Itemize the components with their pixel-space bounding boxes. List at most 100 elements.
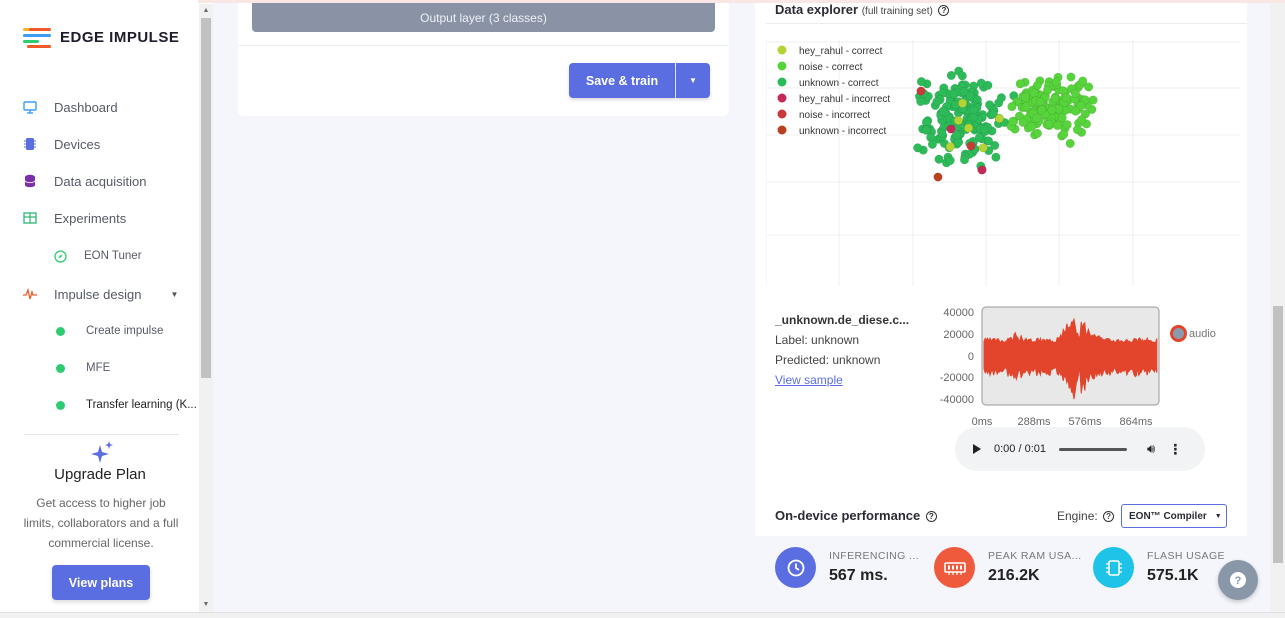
scatter-point xyxy=(983,136,994,146)
sidebar-item-data-acquisition[interactable]: Data acquisition xyxy=(22,171,147,191)
upgrade-plan-description: Get access to higher job limits, collabo… xyxy=(23,496,179,550)
sidebar-item-label: Transfer learning (K... xyxy=(86,399,197,411)
y-tick-label: 40000 xyxy=(943,307,974,319)
y-tick-label: -20000 xyxy=(940,372,974,384)
scatter-point xyxy=(1084,82,1094,92)
sidebar-scrollbar-thumb[interactable] xyxy=(201,18,211,378)
play-icon[interactable] xyxy=(973,444,981,454)
scatter-point xyxy=(1042,85,1053,95)
save-train-dropdown[interactable]: ▼ xyxy=(676,63,710,98)
scatter-point xyxy=(937,128,947,138)
player-progress-bar[interactable] xyxy=(1059,447,1127,451)
scatter-point xyxy=(969,105,979,115)
scatter-point xyxy=(1047,105,1057,115)
scatter-point xyxy=(1052,120,1062,130)
metric-flash-usage: FLASH USAGE 575.1K xyxy=(1093,547,1225,588)
view-plans-button[interactable]: View plans xyxy=(52,565,150,600)
save-train-button[interactable]: Save & train xyxy=(569,63,675,98)
legend-marker xyxy=(777,109,787,119)
sparkle-icon xyxy=(90,441,114,468)
scatter-point xyxy=(949,89,959,99)
data-explorer-scatter-plot[interactable]: hey_rahul - correct noise - correct unknow… xyxy=(766,24,1240,286)
scatter-point xyxy=(1051,77,1061,87)
volume-icon[interactable]: 🔊︎ xyxy=(1147,441,1155,457)
sidebar-item-create-impulse[interactable]: Create impulse xyxy=(54,322,163,340)
scatter-point xyxy=(1072,125,1082,135)
sidebar-item-label: Create impulse xyxy=(86,325,164,337)
scatter-point xyxy=(916,86,926,96)
caret-down-icon: ▼ xyxy=(1214,512,1222,520)
sidebar-item-label: Devices xyxy=(54,136,101,152)
engine-select[interactable]: EON™ Compiler ▼ xyxy=(1121,504,1227,528)
scatter-point xyxy=(1050,94,1060,104)
scatter-point xyxy=(1035,97,1045,107)
card-divider xyxy=(238,45,729,46)
sidebar-item-eon-tuner[interactable]: EON Tuner xyxy=(54,247,142,265)
view-sample-link[interactable]: View sample xyxy=(775,373,843,387)
sidebar-item-label: Dashboard xyxy=(54,99,118,115)
sidebar-item-dashboard[interactable]: Dashboard xyxy=(22,97,118,117)
help-icon[interactable]: ? xyxy=(1103,511,1115,523)
scatter-point xyxy=(1007,102,1017,112)
scatter-point xyxy=(1044,119,1054,129)
y-tick-label: 20000 xyxy=(943,329,974,341)
help-button[interactable]: ? xyxy=(1218,560,1258,600)
horizontal-scrollbar[interactable] xyxy=(0,612,1285,618)
more-options-icon[interactable]: ⋮ xyxy=(1168,441,1182,458)
player-time: 0:00 / 0:01 xyxy=(994,443,1046,455)
metric-value: 575.1K xyxy=(1147,567,1199,584)
scatter-point xyxy=(978,143,988,153)
monitor-icon xyxy=(22,99,38,115)
scatter-point xyxy=(945,142,955,152)
chip-icon xyxy=(22,136,38,152)
audio-player[interactable]: 0:00 / 0:01 🔊︎ ⋮ xyxy=(955,427,1205,471)
scatter-point xyxy=(965,91,975,101)
svg-text:?: ? xyxy=(1235,575,1242,587)
waveform-legend[interactable]: audio xyxy=(1170,325,1216,342)
legend-label: noise - correct xyxy=(799,62,863,73)
sidebar-item-label: Data acquisition xyxy=(54,173,147,189)
brand-logo[interactable]: EDGE IMPULSE xyxy=(23,26,179,48)
scatter-legend: hey_rahul - correct noise - correct unknow… xyxy=(777,45,890,137)
scatter-point xyxy=(932,97,942,107)
sidebar-item-experiments[interactable]: Experiments xyxy=(22,208,126,228)
scatter-point xyxy=(1077,114,1087,125)
pulse-icon xyxy=(22,286,38,302)
data-explorer-subtitle: (full training set) xyxy=(861,6,933,17)
sidebar-item-devices[interactable]: Devices xyxy=(22,134,100,154)
legend-marker xyxy=(777,93,787,103)
scatter-point xyxy=(1015,79,1025,89)
on-device-performance-title: On-device performance ? xyxy=(775,508,937,523)
status-dot-icon xyxy=(56,400,65,410)
scroll-up-icon[interactable]: ▲ xyxy=(200,6,212,16)
audio-waveform-chart[interactable]: 40000 20000 0 -20000 -40000 0ms 288ms 57… xyxy=(930,300,1165,430)
scatter-point xyxy=(913,143,923,153)
scatter-point xyxy=(958,98,968,108)
help-icon[interactable]: ? xyxy=(925,511,937,523)
flash-chip-icon xyxy=(1093,547,1134,588)
sidebar-item-impulse-design[interactable]: Impulse design ▼ xyxy=(22,284,178,304)
caret-down-icon[interactable]: ▼ xyxy=(170,290,178,299)
database-icon xyxy=(22,173,38,189)
scatter-point xyxy=(1065,138,1075,148)
main-scrollbar-thumb[interactable] xyxy=(1273,306,1283,563)
scatter-point xyxy=(933,172,943,182)
scatter-point xyxy=(1029,88,1039,98)
legend-label: unknown - incorrect xyxy=(799,126,886,137)
scatter-point xyxy=(946,124,956,134)
engine-select-value: EON™ Compiler xyxy=(1129,510,1207,522)
status-dot-icon xyxy=(56,363,65,373)
sidebar-item-mfe[interactable]: MFE xyxy=(54,359,110,377)
scatter-point xyxy=(994,113,1004,124)
metric-value: 216.2K xyxy=(988,567,1040,584)
help-icon[interactable]: ? xyxy=(938,5,950,17)
legend-label: noise - incorrect xyxy=(799,110,870,121)
caret-down-icon: ▼ xyxy=(689,76,697,85)
scatter-point xyxy=(1057,113,1067,123)
scatter-point xyxy=(1059,129,1069,139)
sidebar-item-transfer-learning[interactable]: Transfer learning (K... xyxy=(54,396,197,414)
scatter-point xyxy=(927,139,937,149)
scroll-down-icon[interactable]: ▼ xyxy=(200,600,212,610)
scatter-point xyxy=(921,125,931,135)
table-icon xyxy=(22,210,38,226)
